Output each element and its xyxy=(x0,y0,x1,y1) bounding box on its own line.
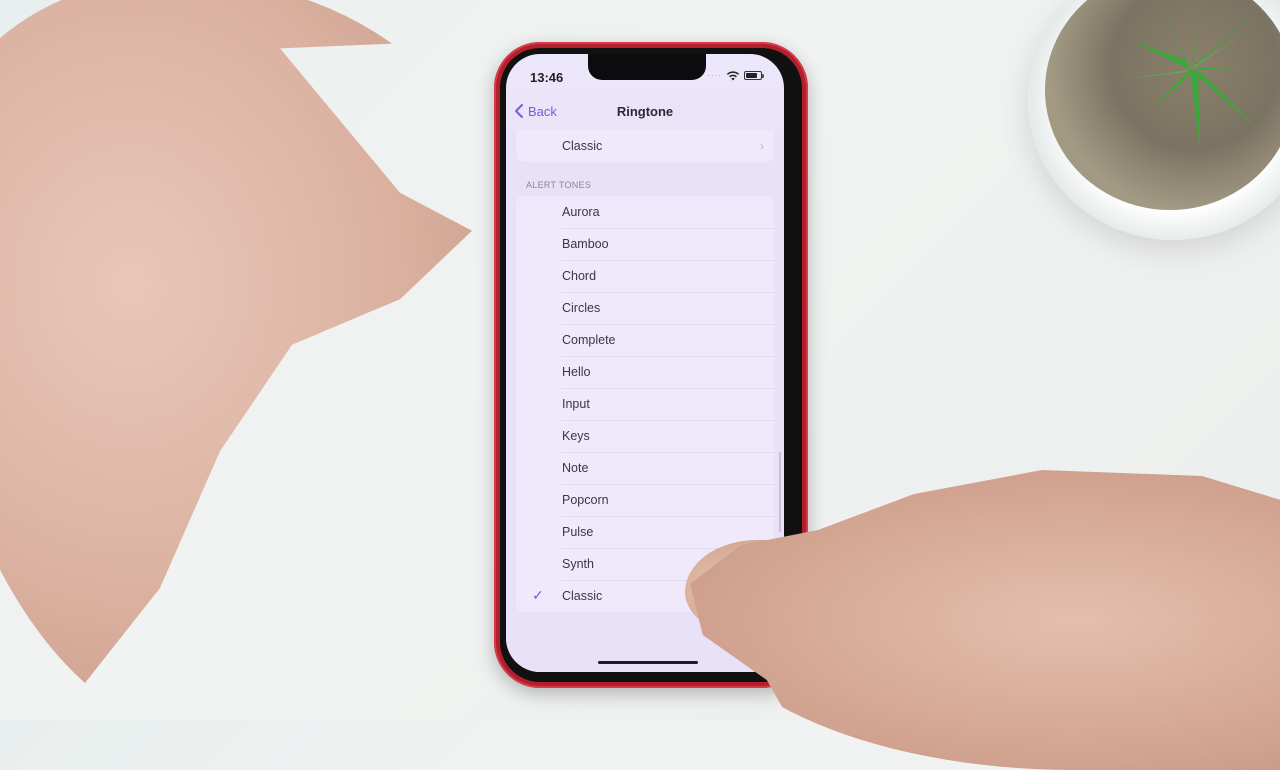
list-item[interactable]: Input xyxy=(516,388,774,420)
list-item-label: Aurora xyxy=(562,205,600,219)
list-item-label: Keys xyxy=(562,429,590,443)
list-item-label: Input xyxy=(562,397,590,411)
list-item-label: Pulse xyxy=(562,525,594,539)
list-item[interactable]: Chord xyxy=(516,260,774,292)
status-time: 13:46 xyxy=(530,70,564,85)
cellular-dots-icon: ···· xyxy=(707,71,722,80)
list-item[interactable]: Popcorn xyxy=(516,484,774,516)
succulent-plant xyxy=(1120,0,1280,150)
list-item[interactable]: Complete xyxy=(516,324,774,356)
scrollbar[interactable] xyxy=(779,452,781,532)
list-item-label: Synth xyxy=(562,557,594,571)
list-item-label: Complete xyxy=(562,333,616,347)
left-hand xyxy=(0,0,520,740)
list-item[interactable]: Keys xyxy=(516,420,774,452)
list-item-label: Classic xyxy=(562,589,603,603)
list-item-label: Circles xyxy=(562,301,601,315)
list-item[interactable]: Note xyxy=(516,452,774,484)
battery-icon xyxy=(744,71,764,80)
list-item-label: Hello xyxy=(562,365,591,379)
checkmark-icon: ✓ xyxy=(532,587,544,603)
navigation-bar: Back Ringtone xyxy=(506,94,784,131)
page-title: Ringtone xyxy=(616,104,674,119)
list-item-label: Classic xyxy=(562,139,603,153)
list-item-label: Note xyxy=(562,461,589,475)
list-item[interactable]: Circles xyxy=(516,292,774,324)
chevron-right-icon: › xyxy=(760,139,764,153)
list-item-classic-ringtone[interactable]: Classic › xyxy=(516,130,774,162)
list-item-label: Chord xyxy=(562,269,597,283)
list-item-label: Bamboo xyxy=(562,237,609,251)
list-item[interactable]: Hello xyxy=(516,356,774,388)
list-item[interactable]: Bamboo xyxy=(516,228,774,260)
current-ringtone-group: Classic › xyxy=(516,130,774,162)
list-item-label: Popcorn xyxy=(562,493,609,507)
list-item[interactable]: Aurora xyxy=(516,196,774,228)
section-header-alert-tones: ALERT TONES xyxy=(526,180,592,190)
notch xyxy=(588,54,706,80)
wifi-icon xyxy=(726,71,740,81)
status-icons: ···· xyxy=(707,70,764,81)
battery-fill xyxy=(746,73,758,78)
home-indicator[interactable] xyxy=(598,661,698,664)
